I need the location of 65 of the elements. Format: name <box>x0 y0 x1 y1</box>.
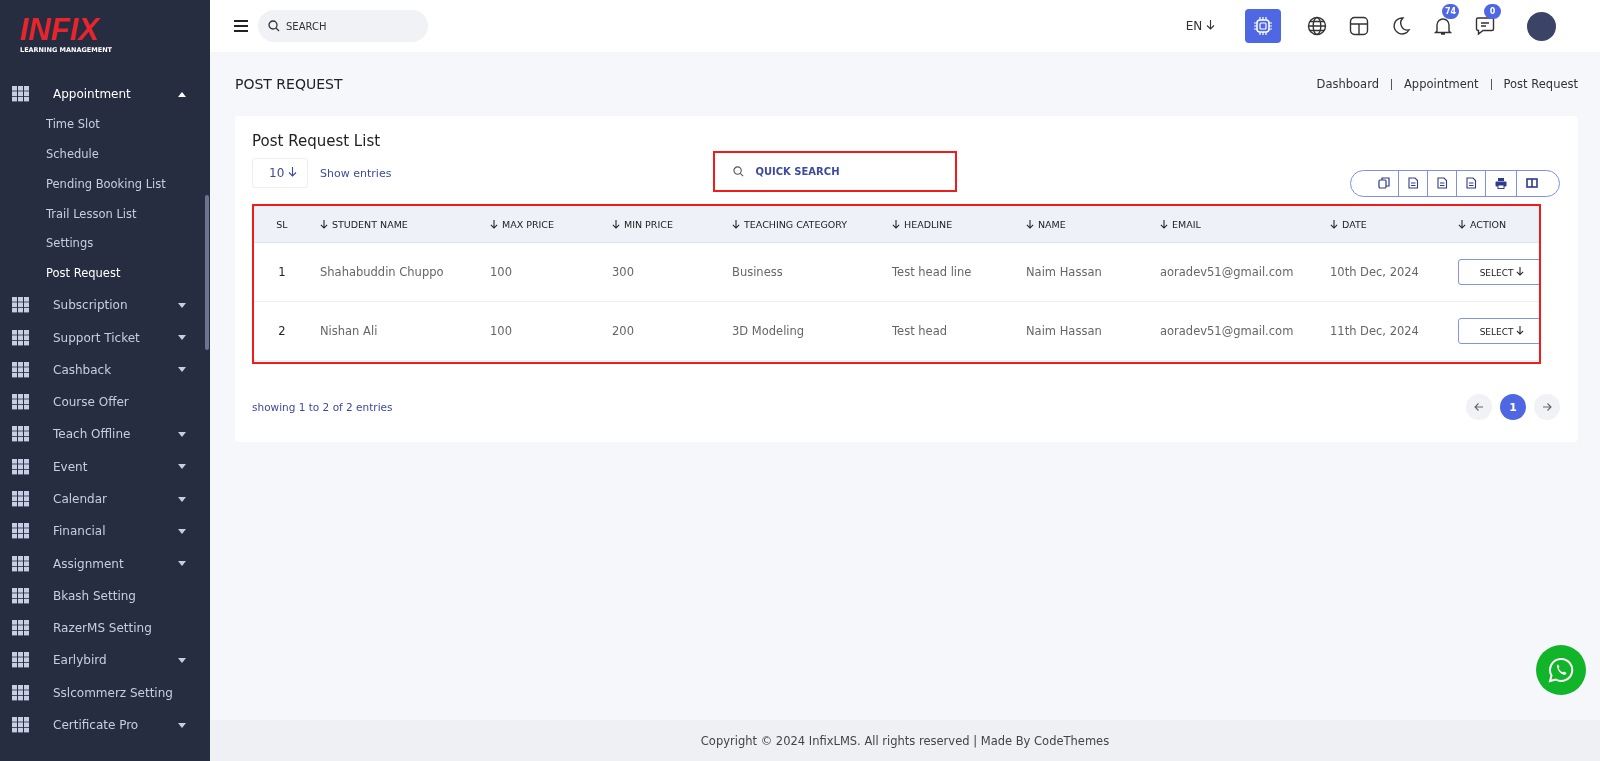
column-header[interactable]: HEADLINE <box>904 218 953 230</box>
sidebar-item[interactable]: Event <box>0 450 210 483</box>
page-size-select[interactable]: 10 <box>252 158 309 188</box>
table-cell: 11th Dec, 2024 <box>1330 323 1419 338</box>
sidebar-item[interactable]: Sslcommerz Setting <box>0 676 210 709</box>
sidebar-item[interactable]: Course Offer <box>0 385 210 419</box>
sidebar-item[interactable]: RazerMS Setting <box>0 612 210 645</box>
table-cell: 10th Dec, 2024 <box>1330 264 1419 279</box>
column-header[interactable]: DATE <box>1342 218 1367 230</box>
select-dropdown-button[interactable]: SELECT <box>1458 259 1539 285</box>
page-title: POST REQUEST <box>235 76 344 92</box>
sidebar-subitem[interactable]: Post Request <box>46 259 121 290</box>
message-badge: 0 <box>1484 4 1501 19</box>
sidebar-subitem[interactable]: Pending Booking List <box>46 169 166 200</box>
table-cell: 100 <box>490 264 512 279</box>
table-cell: 300 <box>612 264 634 279</box>
breadcrumb-link[interactable]: Appointment <box>1404 77 1479 91</box>
sidebar-item[interactable]: Teach Offline <box>0 418 210 451</box>
language-selector[interactable]: EN <box>1185 19 1215 33</box>
table-cell: Nishan Ali <box>320 323 378 338</box>
table-cell: 200 <box>612 323 634 338</box>
sidebar-item[interactable]: Certificate Pro <box>0 708 210 742</box>
notification-badge: 74 <box>1442 4 1459 19</box>
quick-search-field[interactable]: QUICK SEARCH <box>715 152 956 190</box>
table-cell: Naim Hassan <box>1026 323 1102 338</box>
table-cell: Naim Hassan <box>1026 264 1102 279</box>
sidebar-item[interactable]: Calendar <box>0 482 210 516</box>
column-header[interactable]: MAX PRICE <box>502 218 554 230</box>
entries-summary: showing 1 to 2 of 2 entries <box>252 401 393 413</box>
table-cell: 2 <box>278 323 286 338</box>
show-entries-label: Show entries <box>320 166 392 180</box>
breadcrumb-link[interactable]: Dashboard <box>1316 77 1379 91</box>
copyright-text: Copyright © 2024 InfixLMS. All rights reserved | Made By CodeThemes <box>700 733 1110 748</box>
sidebar-item[interactable]: Appointment <box>0 78 210 111</box>
column-header[interactable]: NAME <box>1038 218 1066 230</box>
search-field[interactable]: SEARCH <box>258 10 428 42</box>
sidebar-subitem[interactable]: Settings <box>46 229 94 260</box>
sidebar-subitem[interactable]: Trail Lesson List <box>46 199 137 230</box>
page-button[interactable]: 1 <box>1500 394 1526 420</box>
table-cell: aoradev51@gmail.com <box>1160 264 1294 279</box>
sidebar-subitem[interactable]: Time Slot <box>46 110 100 141</box>
column-header[interactable]: EMAIL <box>1172 218 1201 230</box>
table-cell: Shahabuddin Chuppo <box>320 264 444 279</box>
sidebar-item[interactable]: Earlybird <box>0 644 210 677</box>
card-title: Post Request List <box>252 132 382 150</box>
table-cell: 3D Modeling <box>732 323 805 338</box>
column-header[interactable]: MIN PRICE <box>624 218 673 230</box>
sidebar-subitem[interactable]: Schedule <box>46 140 99 170</box>
sidebar-item[interactable]: Financial <box>0 515 210 548</box>
table-cell: 1 <box>278 264 286 279</box>
breadcrumb-link[interactable]: Post Request <box>1503 77 1578 91</box>
table-cell: Business <box>732 264 783 279</box>
sidebar-item[interactable]: Subscription <box>0 289 210 322</box>
table-cell: 100 <box>490 323 512 338</box>
table-cell: Test head <box>892 323 947 338</box>
table-cell: aoradev51@gmail.com <box>1160 323 1294 338</box>
column-header[interactable]: STUDENT NAME <box>332 218 408 230</box>
table-cell: Test head line <box>892 264 972 279</box>
sidebar-item[interactable]: Assignment <box>0 547 210 580</box>
column-header[interactable]: SL <box>276 218 288 230</box>
select-dropdown-button[interactable]: SELECT <box>1458 318 1539 344</box>
sidebar-item[interactable]: Bkash Setting <box>0 579 210 613</box>
column-header[interactable]: ACTION <box>1470 218 1507 230</box>
sidebar-item[interactable]: Cashback <box>0 353 210 386</box>
sidebar-item[interactable]: Support Ticket <box>0 321 210 354</box>
